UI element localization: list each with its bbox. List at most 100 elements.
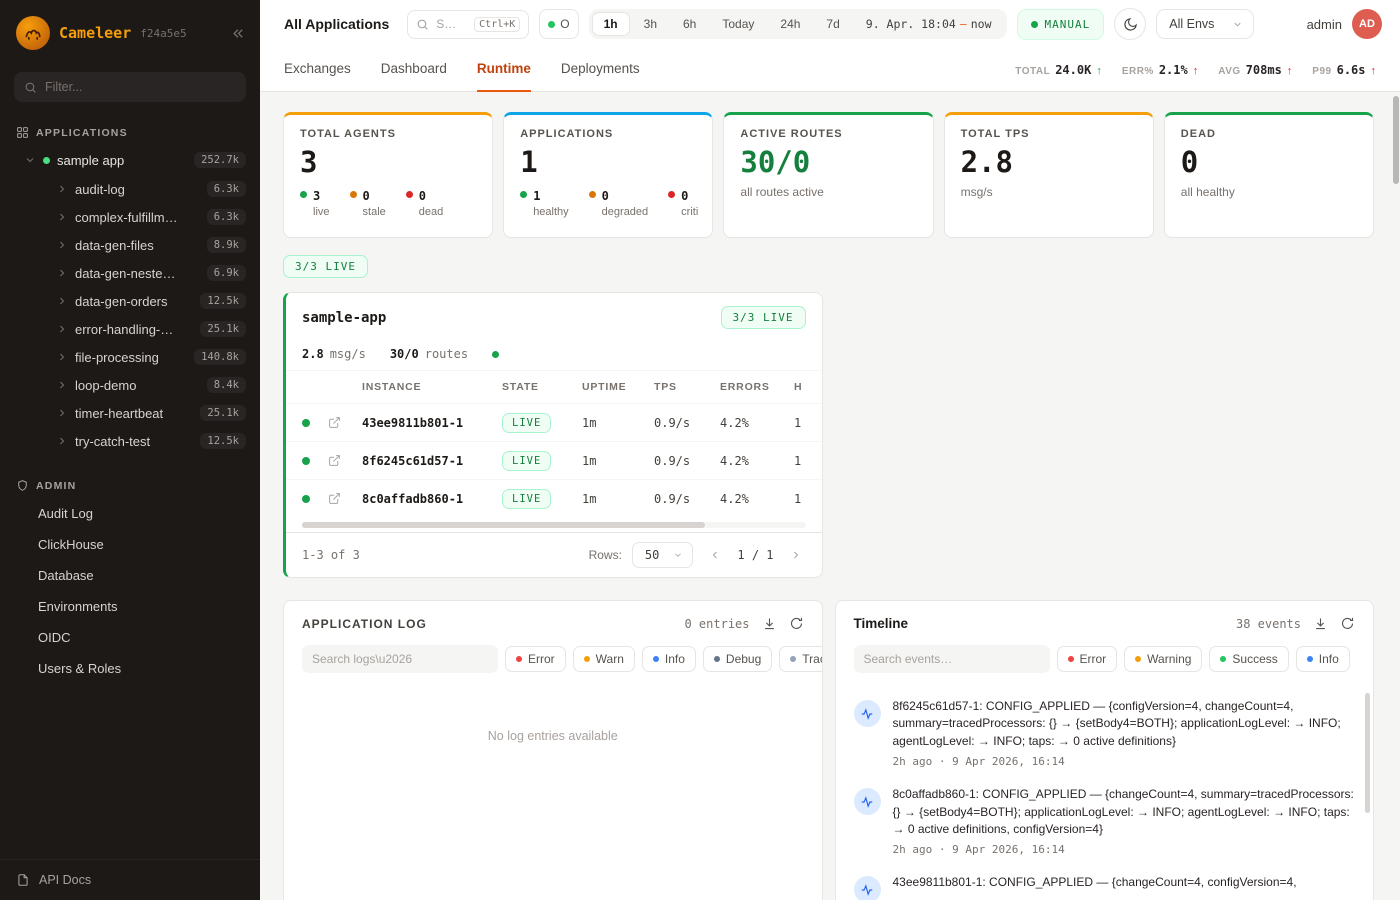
log-filter-error[interactable]: Error xyxy=(505,646,566,672)
table-horizontal-scrollbar[interactable] xyxy=(302,522,806,528)
timeline-filter-warning[interactable]: Warning xyxy=(1124,646,1202,672)
refresh-icon[interactable] xyxy=(1340,616,1355,631)
next-page-button[interactable] xyxy=(784,543,808,567)
sidebar-item-try-catch-test[interactable]: try-catch-test 12.5k xyxy=(0,427,260,455)
refresh-icon[interactable] xyxy=(789,616,804,631)
card-dead: DEAD 0 all healthy xyxy=(1164,112,1374,238)
table-row[interactable]: 8c0affadb860-1 LIVE 1m 0.9/s 4.2% 1 xyxy=(286,479,822,517)
chevron-right-icon xyxy=(56,379,68,391)
manual-mode-button[interactable]: MANUAL xyxy=(1017,9,1105,40)
sidebar-item-timer-heartbeat[interactable]: timer-heartbeat 25.1k xyxy=(0,399,260,427)
sidebar-item-error-handling[interactable]: error-handling-… 25.1k xyxy=(0,315,260,343)
search-icon xyxy=(416,18,429,31)
search-shortcut-kbd: Ctrl+K xyxy=(474,17,520,32)
tab-exchanges[interactable]: Exchanges xyxy=(284,48,351,92)
range-1h[interactable]: 1h xyxy=(592,12,630,36)
list-item[interactable]: 43ee9811b801-1: CONFIG_APPLIED — {change… xyxy=(854,865,1360,900)
external-link-icon[interactable] xyxy=(328,416,362,429)
sidebar-item-oidc[interactable]: OIDC xyxy=(0,622,260,653)
timeline-title: Timeline xyxy=(854,616,909,631)
sidebar-item-data-gen-files[interactable]: data-gen-files 8.9k xyxy=(0,231,260,259)
trend-up-icon: ↑ xyxy=(1287,65,1293,77)
table-row[interactable]: 43ee9811b801-1 LIVE 1m 0.9/s 4.2% 1 xyxy=(286,403,822,441)
table-row[interactable]: 8f6245c61d57-1 LIVE 1m 0.9/s 4.2% 1 xyxy=(286,441,822,479)
sidebar-filter-input[interactable] xyxy=(45,80,236,94)
sidebar-item-complex-fulfillment[interactable]: complex-fulfillm… 6.3k xyxy=(0,203,260,231)
sidebar-item-users-roles[interactable]: Users & Roles xyxy=(0,653,260,684)
global-search[interactable]: S… Ctrl+K xyxy=(407,10,529,39)
tab-dashboard[interactable]: Dashboard xyxy=(381,48,447,92)
apps-critical: 0criti xyxy=(668,187,698,218)
download-icon[interactable] xyxy=(762,616,777,631)
metric-total: TOTAL 24.0K ↑ xyxy=(1015,63,1102,77)
activity-icon xyxy=(854,788,881,815)
sidebar-item-data-gen-nested[interactable]: data-gen-neste… 6.9k xyxy=(0,259,260,287)
log-filter-trace[interactable]: Trace xyxy=(779,646,822,672)
caret-down-icon xyxy=(1232,19,1243,30)
app-card-title[interactable]: sample-app xyxy=(302,310,386,326)
overview-row: 3/3 LIVE xyxy=(283,255,1374,278)
range-today[interactable]: Today xyxy=(710,12,766,36)
list-item[interactable]: 8c0affadb860-1: CONFIG_APPLIED — {change… xyxy=(854,777,1360,865)
range-3h[interactable]: 3h xyxy=(632,12,669,36)
log-search-input[interactable] xyxy=(302,645,498,673)
sidebar-item-clickhouse[interactable]: ClickHouse xyxy=(0,529,260,560)
sidebar-item-data-gen-orders[interactable]: data-gen-orders 12.5k xyxy=(0,287,260,315)
log-title: APPLICATION LOG xyxy=(302,617,427,631)
page-scrollbar[interactable] xyxy=(1393,96,1399,184)
sidebar-item-audit-log-admin[interactable]: Audit Log xyxy=(0,498,260,529)
event-text: 8c0affadb860-1: CONFIG_APPLIED — {change… xyxy=(893,786,1360,838)
time-range-display[interactable]: 9. Apr. 18:04—now xyxy=(854,17,1004,31)
search-icon xyxy=(24,81,37,94)
api-docs-link[interactable]: API Docs xyxy=(0,859,260,900)
log-filter-warn[interactable]: Warn xyxy=(573,646,635,672)
list-item[interactable]: 8f6245c61d57-1: CONFIG_APPLIED — {config… xyxy=(854,689,1360,777)
tab-runtime[interactable]: Runtime xyxy=(477,48,531,92)
live-summary-badge[interactable]: 3/3 LIVE xyxy=(283,255,368,278)
timeline-scrollbar[interactable] xyxy=(1365,693,1370,813)
range-7d[interactable]: 7d xyxy=(814,12,851,36)
external-link-icon[interactable] xyxy=(328,454,362,467)
timeline-event-count: 38 events xyxy=(1236,617,1301,631)
connection-status-chip[interactable]: O xyxy=(539,9,578,39)
timeline-filter-info[interactable]: Info xyxy=(1296,646,1350,672)
topbar: All Applications S… Ctrl+K O 1h 3h 6h To… xyxy=(260,0,1400,48)
sidebar-item-database[interactable]: Database xyxy=(0,560,260,591)
count-badge: 12.5k xyxy=(200,433,246,449)
sidebar-item-audit-log[interactable]: audit-log 6.3k xyxy=(0,175,260,203)
agents-live: 3live xyxy=(300,187,330,218)
range-24h[interactable]: 24h xyxy=(768,12,812,36)
tab-deployments[interactable]: Deployments xyxy=(561,48,640,92)
log-filter-debug[interactable]: Debug xyxy=(703,646,772,672)
tabs-bar: Exchanges Dashboard Runtime Deployments … xyxy=(260,48,1400,92)
count-badge: 252.7k xyxy=(194,152,246,168)
table-footer: 1-3 of 3 Rows: 50 1 / 1 xyxy=(286,532,822,577)
sidebar-item-environments[interactable]: Environments xyxy=(0,591,260,622)
manual-status-dot xyxy=(1031,21,1038,28)
timeline-filter-success[interactable]: Success xyxy=(1209,646,1288,672)
count-badge: 6.3k xyxy=(207,209,246,225)
chevron-right-icon xyxy=(56,295,68,307)
rows-per-page-label: Rows: xyxy=(589,548,622,562)
external-link-icon[interactable] xyxy=(328,492,362,505)
log-empty-message: No log entries available xyxy=(284,729,822,743)
app-label: sample app xyxy=(57,153,124,168)
range-6h[interactable]: 6h xyxy=(671,12,708,36)
rows-per-page-select[interactable]: 50 xyxy=(632,542,693,568)
sidebar-header: Cameleer f24a5e5 xyxy=(0,0,260,64)
timeline-search-input[interactable] xyxy=(854,645,1050,673)
prev-page-button[interactable] xyxy=(703,543,727,567)
user-avatar[interactable]: AD xyxy=(1352,9,1382,39)
app-health-dot xyxy=(492,351,499,358)
environment-select[interactable]: All Envs xyxy=(1156,9,1254,39)
timeline-filter-row: Error Warning Success Info xyxy=(836,643,1374,685)
download-icon[interactable] xyxy=(1313,616,1328,631)
timeline-filter-error[interactable]: Error xyxy=(1057,646,1118,672)
sidebar-item-loop-demo[interactable]: loop-demo 8.4k xyxy=(0,371,260,399)
sidebar-item-sample-app[interactable]: sample app 252.7k xyxy=(0,145,260,175)
dark-mode-toggle[interactable] xyxy=(1114,8,1146,40)
app-substats: 2.8 msg/s 30/0 routes xyxy=(286,339,822,371)
sidebar-item-file-processing[interactable]: file-processing 140.8k xyxy=(0,343,260,371)
sidebar-collapse-icon[interactable] xyxy=(231,26,246,41)
log-filter-info[interactable]: Info xyxy=(642,646,696,672)
